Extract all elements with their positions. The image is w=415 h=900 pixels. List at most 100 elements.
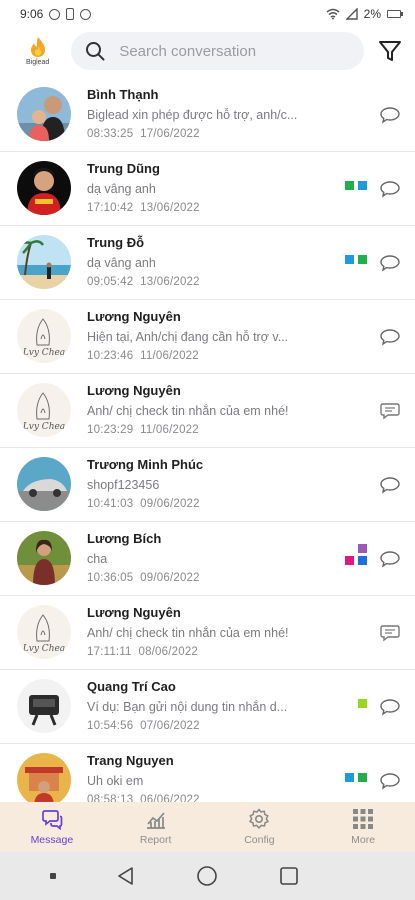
- conversation-row[interactable]: Trung Đỗ dạ vâng anh 09:05:42 13/06/2022: [0, 226, 415, 300]
- contact-name: Trung Dũng: [87, 161, 160, 176]
- nav-config[interactable]: Config: [208, 802, 312, 852]
- back-icon[interactable]: [116, 866, 136, 886]
- svg-text:Lvy Chea: Lvy Chea: [22, 348, 65, 358]
- avatar[interactable]: [17, 161, 71, 215]
- chat-bubble-icon[interactable]: [380, 698, 400, 716]
- dot-button[interactable]: [50, 873, 57, 879]
- avatar[interactable]: [17, 679, 71, 733]
- last-message: dạ vâng anh: [87, 256, 156, 270]
- label-tag: [358, 699, 367, 708]
- home-icon[interactable]: [196, 865, 218, 887]
- battery-level: 2%: [363, 7, 381, 21]
- chat-bubble-icon[interactable]: [380, 402, 400, 420]
- search-bar[interactable]: Search conversation: [71, 32, 365, 70]
- message-time: 10:36:05: [87, 572, 134, 584]
- message-date: 09/06/2022: [140, 572, 200, 584]
- avatar[interactable]: Lvy Chea: [17, 383, 71, 437]
- message-date: 06/06/2022: [140, 794, 200, 802]
- conversation-row[interactable]: Lvy Chea Lương Nguyên Hiện tại, Anh/chị …: [0, 300, 415, 374]
- bottom-nav: Message Report Config More: [0, 802, 415, 852]
- contact-name: Lương Nguyên: [87, 383, 181, 398]
- last-message: Ví dụ: Bạn gửi nội dung tin nhắn d...: [87, 700, 288, 714]
- message-date: 07/06/2022: [140, 720, 200, 732]
- nav-report[interactable]: Report: [104, 802, 208, 852]
- last-message: Anh/ chị check tin nhắn của em nhé!: [87, 404, 289, 418]
- avatar[interactable]: [17, 531, 71, 585]
- chat-bubble-icon[interactable]: [380, 180, 400, 198]
- message-date: 08/06/2022: [138, 646, 199, 658]
- conversation-row[interactable]: Quang Trí Cao Ví dụ: Bạn gửi nội dung ti…: [0, 670, 415, 744]
- conversation-row[interactable]: Bình Thạnh Biglead xin phép được hỗ trợ,…: [0, 78, 415, 152]
- label-tag: [358, 556, 367, 565]
- avatar[interactable]: [17, 87, 71, 141]
- message-timestamp: 08:33:25 17/06/2022: [87, 128, 200, 140]
- conversation-row[interactable]: Lvy Chea Lương Nguyên Anh/ chị check tin…: [0, 596, 415, 670]
- chat-bubble-icon[interactable]: [380, 254, 400, 272]
- label-tags: [345, 544, 367, 565]
- label-tag: [358, 181, 367, 190]
- messenger-icon: [80, 8, 92, 20]
- svg-text:Lvy Chea: Lvy Chea: [22, 422, 65, 432]
- nav-more[interactable]: More: [311, 802, 415, 852]
- avatar[interactable]: Lvy Chea: [17, 605, 71, 659]
- search-input[interactable]: Search conversation: [119, 43, 256, 60]
- message-date: 13/06/2022: [140, 202, 200, 214]
- message-time: 09:05:42: [87, 276, 134, 288]
- avatar[interactable]: [17, 235, 71, 289]
- last-message: cha: [87, 552, 108, 566]
- recents-icon[interactable]: [279, 866, 299, 886]
- message-date: 09/06/2022: [140, 498, 200, 510]
- label-tag: [345, 255, 354, 264]
- conversation-row[interactable]: Lvy Chea Lương Nguyên Anh/ chị check tin…: [0, 374, 415, 448]
- chat-bubble-icon[interactable]: [380, 772, 400, 790]
- chat-bubble-icon[interactable]: [380, 476, 400, 494]
- nav-message[interactable]: Message: [0, 802, 104, 852]
- contact-name: Quang Trí Cao: [87, 679, 176, 694]
- message-time: 10:41:03: [87, 498, 134, 510]
- message-timestamp: 10:23:46 11/06/2022: [87, 350, 199, 362]
- clock: 9:06: [20, 7, 44, 21]
- last-message: shopf123456: [87, 478, 160, 492]
- filter-button[interactable]: [377, 38, 403, 64]
- label-tag: [358, 544, 367, 553]
- conversation-row[interactable]: Trang Nguyen Uh oki em 08:58:13 06/06/20…: [0, 744, 415, 802]
- conversation-list[interactable]: Bình Thạnh Biglead xin phép được hỗ trợ,…: [0, 78, 415, 802]
- chat-bubble-icon[interactable]: [380, 328, 400, 346]
- conversation-row[interactable]: Trương Minh Phúc shopf123456 10:41:03 09…: [0, 448, 415, 522]
- app-logo[interactable]: Biglead: [18, 31, 57, 71]
- message-timestamp: 10:41:03 09/06/2022: [87, 498, 200, 510]
- label-tag: [358, 773, 367, 782]
- avatar[interactable]: [17, 457, 71, 511]
- label-tag: [358, 255, 367, 264]
- last-message: Anh/ chị check tin nhắn của em nhé!: [87, 626, 289, 640]
- last-message: Hiện tại, Anh/chị đang cần hỗ trợ v...: [87, 330, 289, 344]
- wifi-icon: [326, 8, 340, 20]
- message-timestamp: 17:11:11 08/06/2022: [87, 646, 198, 658]
- conversation-row[interactable]: Trung Dũng dạ vâng anh 17:10:42 13/06/20…: [0, 152, 415, 226]
- message-time: 08:33:25: [87, 128, 134, 140]
- avatar[interactable]: [17, 753, 71, 802]
- chat-bubble-icon[interactable]: [380, 106, 400, 124]
- message-date: 11/06/2022: [140, 350, 199, 362]
- chat-bubble-icon[interactable]: [380, 624, 400, 642]
- chat-bubble-icon[interactable]: [380, 550, 400, 568]
- contact-name: Lương Bích: [87, 531, 162, 546]
- message-date: 17/06/2022: [140, 128, 200, 140]
- notification-icon: [49, 8, 61, 20]
- contact-name: Lương Nguyên: [87, 605, 181, 620]
- nav-more-label: More: [351, 834, 376, 846]
- avatar[interactable]: Lvy Chea: [17, 309, 71, 363]
- conversation-row[interactable]: Lương Bích cha 10:36:05 09/06/2022: [0, 522, 415, 596]
- label-tags: [345, 773, 367, 782]
- message-time: 10:54:56: [87, 720, 134, 732]
- last-message: Biglead xin phép được hỗ trợ, anh/c...: [87, 108, 298, 122]
- message-timestamp: 09:05:42 13/06/2022: [87, 276, 200, 288]
- battery-icon: [387, 10, 403, 18]
- label-tags: [345, 255, 367, 264]
- nav-config-label: Config: [244, 834, 275, 846]
- message-date: 11/06/2022: [140, 424, 199, 436]
- message-timestamp: 10:36:05 09/06/2022: [87, 572, 200, 584]
- message-time: 17:10:42: [87, 202, 134, 214]
- label-tag: [345, 773, 354, 782]
- app-header: Biglead Search conversation: [0, 28, 415, 74]
